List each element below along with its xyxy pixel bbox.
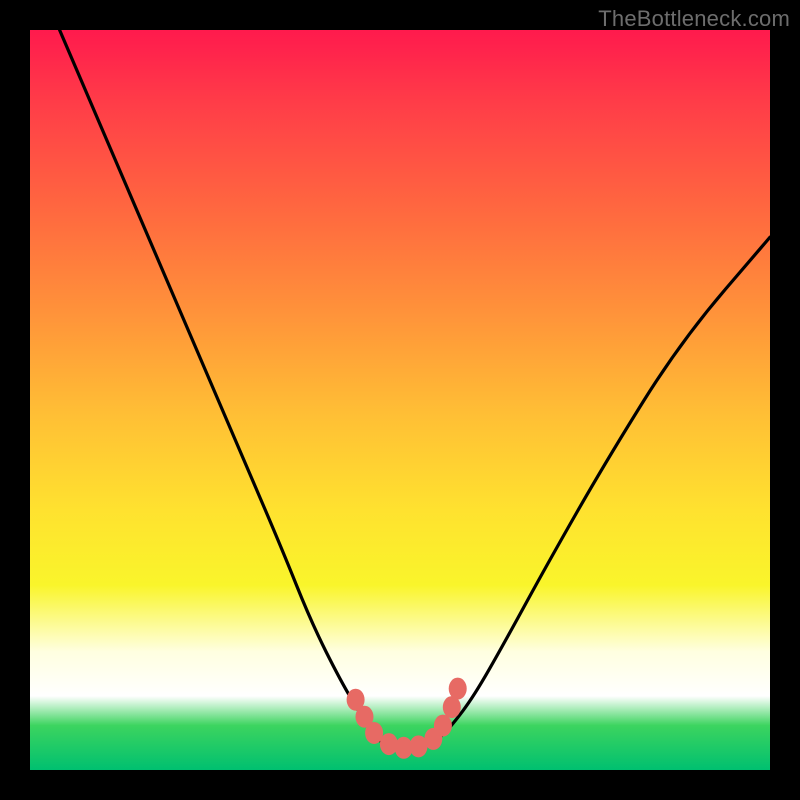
watermark-text: TheBottleneck.com	[598, 6, 790, 32]
chart-plot-area	[30, 30, 770, 770]
highlight-dot	[449, 678, 467, 700]
chart-svg	[30, 30, 770, 770]
highlight-dot	[380, 733, 398, 755]
bottleneck-curve	[60, 30, 770, 748]
chart-frame: TheBottleneck.com	[0, 0, 800, 800]
highlight-dot	[434, 715, 452, 737]
highlight-dots-group	[347, 678, 467, 759]
